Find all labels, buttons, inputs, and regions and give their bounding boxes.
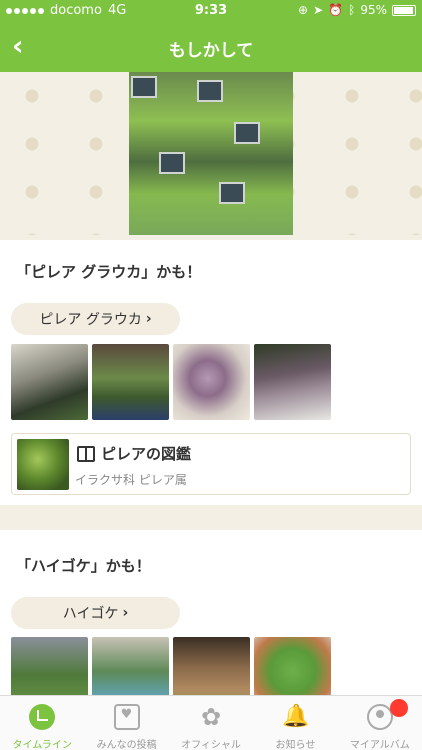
chevron-right-icon: › — [122, 605, 129, 621]
tab-notifications[interactable]: 🔔 お知らせ — [253, 696, 337, 750]
chevron-right-icon: › — [145, 311, 152, 327]
thumbnail[interactable] — [254, 344, 331, 420]
photo-thumbnails — [11, 344, 331, 420]
nav-bar: ‹ もしかして — [0, 22, 422, 72]
result-card-2: 「ハイゴケ」かも！ ハイゴケ › — [0, 530, 422, 713]
clover-icon: ✿ — [200, 703, 222, 731]
encyclopedia-link[interactable]: ピレアの図鑑 イラクサ科 ピレア属 — [11, 433, 411, 495]
page-title: もしかして — [168, 41, 254, 61]
location-icon: ➤ — [313, 3, 324, 17]
battery-icon — [392, 4, 416, 16]
tab-timeline[interactable]: タイムライン — [0, 696, 84, 750]
encyclopedia-thumbnail — [17, 439, 69, 490]
thumbnail[interactable] — [11, 344, 88, 420]
alarm-icon: ⏰ — [328, 3, 344, 17]
tab-my-album[interactable]: マイアルバム — [338, 696, 422, 750]
bell-icon: 🔔 — [282, 704, 310, 729]
uploaded-plant-photo[interactable] — [129, 72, 293, 235]
post-icon — [113, 704, 140, 730]
hero-banner — [0, 72, 422, 235]
status-bar: docomo 4G 9:33 ⊕ ➤ ⏰ ᛒ 95% — [0, 0, 422, 22]
book-icon — [77, 445, 95, 462]
home-icon — [29, 704, 56, 730]
result-card-1: 「ピレア グラウカ」かも！ ピレア グラウカ › ピレアの図鑑 イラクサ科 ピレ… — [0, 240, 422, 505]
result-title: 「ピレア グラウカ」かも！ — [16, 263, 202, 281]
tab-bar: タイムライン みんなの投稿 ✿ オフィシャル 🔔 お知らせ マイアルバム — [0, 695, 422, 750]
thumbnail[interactable] — [92, 344, 169, 420]
result-title: 「ハイゴケ」かも！ — [16, 557, 151, 575]
bluetooth-icon: ᛒ — [348, 3, 356, 17]
tab-official[interactable]: ✿ オフィシャル — [169, 696, 253, 750]
thumbnail[interactable] — [173, 344, 250, 420]
encyclopedia-subtitle: イラクサ科 ピレア属 — [75, 473, 187, 487]
battery-percent: 95% — [360, 3, 387, 17]
lock-icon: ⊕ — [298, 3, 309, 17]
species-chip-button[interactable]: ハイゴケ › — [11, 597, 180, 629]
species-chip-button[interactable]: ピレア グラウカ › — [11, 303, 180, 335]
album-icon — [366, 704, 393, 730]
encyclopedia-title: ピレアの図鑑 — [101, 445, 192, 463]
tab-everyone-posts[interactable]: みんなの投稿 — [84, 696, 168, 750]
notification-badge — [390, 699, 409, 717]
